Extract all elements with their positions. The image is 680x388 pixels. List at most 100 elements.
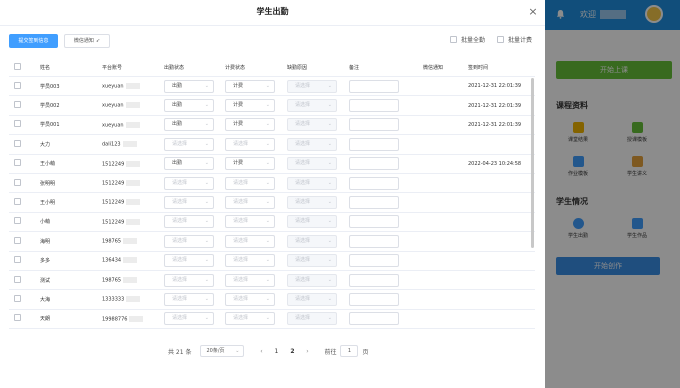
attendance-select[interactable]: 出勤 ⌄ [164, 157, 214, 171]
fee-select[interactable]: 请选择 ⌄ [225, 312, 275, 326]
close-icon[interactable]: × [527, 6, 539, 18]
row-select-cell[interactable] [9, 236, 40, 246]
row-checkbox[interactable] [14, 198, 21, 206]
fee-select[interactable]: 请选择 ⌄ [225, 215, 275, 229]
attendance-select[interactable]: 出勤 ⌄ [164, 79, 214, 93]
fee-select[interactable]: 请选择 ⌄ [225, 234, 275, 248]
row-checkbox[interactable] [14, 256, 21, 264]
page-size-select[interactable]: 20条/页 ⌄ [200, 345, 245, 357]
row-select-cell[interactable] [9, 256, 40, 265]
page-1[interactable]: 1 [268, 348, 284, 355]
batch-fee[interactable]: 批量计费 [497, 35, 532, 44]
row-select-cell[interactable] [9, 101, 40, 110]
row-checkbox[interactable] [14, 275, 21, 283]
note-input[interactable] [349, 273, 399, 287]
row-select-cell[interactable] [9, 178, 40, 188]
note-input[interactable] [349, 234, 399, 248]
row-select-cell[interactable] [9, 159, 40, 168]
row-checkbox[interactable] [14, 236, 21, 244]
batch-all-attendance[interactable]: 批量全勤 [450, 35, 485, 44]
attendance-select[interactable]: 出勤 ⌄ [164, 118, 214, 132]
note-input[interactable] [349, 312, 399, 326]
note-input[interactable] [349, 215, 399, 229]
batch-all-checkbox[interactable] [450, 36, 457, 43]
fee-select[interactable]: 计费 ⌄ [225, 157, 275, 171]
fee-value: 计费 [233, 82, 244, 89]
row-checkbox[interactable] [14, 314, 21, 322]
select-all-cell[interactable] [9, 63, 40, 72]
note-input[interactable] [349, 196, 399, 210]
absence-reason-select[interactable]: 请选择 ⌄ [287, 99, 337, 113]
fee-select[interactable]: 请选择 ⌄ [225, 254, 275, 268]
fee-select[interactable]: 请选择 ⌄ [225, 292, 275, 306]
attendance-select[interactable]: 请选择 ⌄ [164, 292, 214, 306]
row-checkbox[interactable] [14, 294, 21, 302]
batch-fee-checkbox[interactable] [497, 36, 504, 43]
absence-reason-select[interactable]: 请选择 ⌄ [287, 79, 337, 93]
absence-reason-select[interactable]: 请选择 ⌄ [287, 215, 337, 229]
absence-reason-select[interactable]: 请选择 ⌄ [287, 118, 337, 132]
absence-reason-select[interactable]: 请选择 ⌄ [287, 254, 337, 268]
note-input[interactable] [349, 157, 399, 171]
row-checkbox[interactable] [14, 139, 21, 147]
attendance-select[interactable]: 请选择 ⌄ [164, 196, 214, 210]
absence-reason-select[interactable]: 请选择 ⌄ [287, 292, 337, 306]
fee-select[interactable]: 请选择 ⌄ [225, 196, 275, 210]
row-select-cell[interactable] [9, 294, 40, 304]
wechat-notify-button[interactable]: 微信通知 ➶ [64, 34, 110, 48]
row-select-cell[interactable] [9, 139, 40, 149]
attendance-select[interactable]: 请选择 ⌄ [164, 176, 214, 190]
attendance-select[interactable]: 请选择 ⌄ [164, 312, 214, 326]
row-select-cell[interactable] [9, 120, 40, 129]
fee-select[interactable]: 计费 ⌄ [225, 79, 275, 93]
note-input[interactable] [349, 292, 399, 306]
note-input[interactable] [349, 99, 399, 113]
absence-reason-select[interactable]: 请选择 ⌄ [287, 157, 337, 171]
note-input[interactable] [349, 137, 399, 151]
page-2[interactable]: 2 [284, 348, 300, 355]
submit-attendance-button[interactable]: 提交签到信息 [9, 34, 58, 48]
note-input[interactable] [349, 176, 399, 190]
attendance-select[interactable]: 请选择 ⌄ [164, 254, 214, 268]
absence-reason-select[interactable]: 请选择 ⌄ [287, 312, 337, 326]
absence-reason-select[interactable]: 请选择 ⌄ [287, 176, 337, 190]
row-select-cell[interactable] [9, 314, 40, 323]
row-checkbox[interactable] [14, 101, 21, 109]
fee-select[interactable]: 请选择 ⌄ [225, 137, 275, 151]
table-scrollbar[interactable] [531, 78, 534, 248]
attendance-select[interactable]: 出勤 ⌄ [164, 99, 214, 113]
goto-page-input[interactable]: 1 [340, 345, 359, 357]
row-checkbox[interactable] [14, 159, 21, 167]
fee-select[interactable]: 计费 ⌄ [225, 118, 275, 132]
note-input[interactable] [349, 254, 399, 268]
chevron-down-icon: ⌄ [265, 237, 270, 244]
prev-page-button[interactable]: ‹ [254, 348, 268, 355]
select-all-checkbox[interactable] [14, 63, 21, 70]
row-select-cell[interactable] [9, 217, 40, 226]
note-input[interactable] [349, 118, 399, 132]
row-checkbox[interactable] [14, 217, 21, 225]
note-input[interactable] [349, 79, 399, 93]
absence-reason-select[interactable]: 请选择 ⌄ [287, 273, 337, 287]
next-page-button[interactable]: › [300, 348, 314, 355]
row-select-cell[interactable] [9, 275, 40, 285]
row-checkbox[interactable] [14, 178, 21, 186]
fee-select[interactable]: 请选择 ⌄ [225, 273, 275, 287]
row-checkbox[interactable] [14, 120, 21, 128]
fee-select[interactable]: 计费 ⌄ [225, 99, 275, 113]
absence-reason-select[interactable]: 请选择 ⌄ [287, 196, 337, 210]
attendance-select[interactable]: 请选择 ⌄ [164, 137, 214, 151]
row-select-cell[interactable] [9, 198, 40, 207]
row-select-cell[interactable] [9, 81, 40, 91]
header-wechat: 微信通知 [423, 65, 444, 71]
reason-cell: 请选择 ⌄ [287, 273, 349, 287]
attendance-select[interactable]: 请选择 ⌄ [164, 215, 214, 229]
attendance-select[interactable]: 请选择 ⌄ [164, 273, 214, 287]
fee-select[interactable]: 请选择 ⌄ [225, 176, 275, 190]
platform-account: 1512249 [102, 160, 164, 167]
absence-reason-select[interactable]: 请选择 ⌄ [287, 234, 337, 248]
row-checkbox[interactable] [14, 81, 21, 89]
attendance-select[interactable]: 请选择 ⌄ [164, 234, 214, 248]
table-row: 学员001 xueyuan 出勤 ⌄ 计费 ⌄ 请选择 ⌄ 2021-12-31 22:01:3… [9, 116, 535, 136]
absence-reason-select[interactable]: 请选择 ⌄ [287, 137, 337, 151]
